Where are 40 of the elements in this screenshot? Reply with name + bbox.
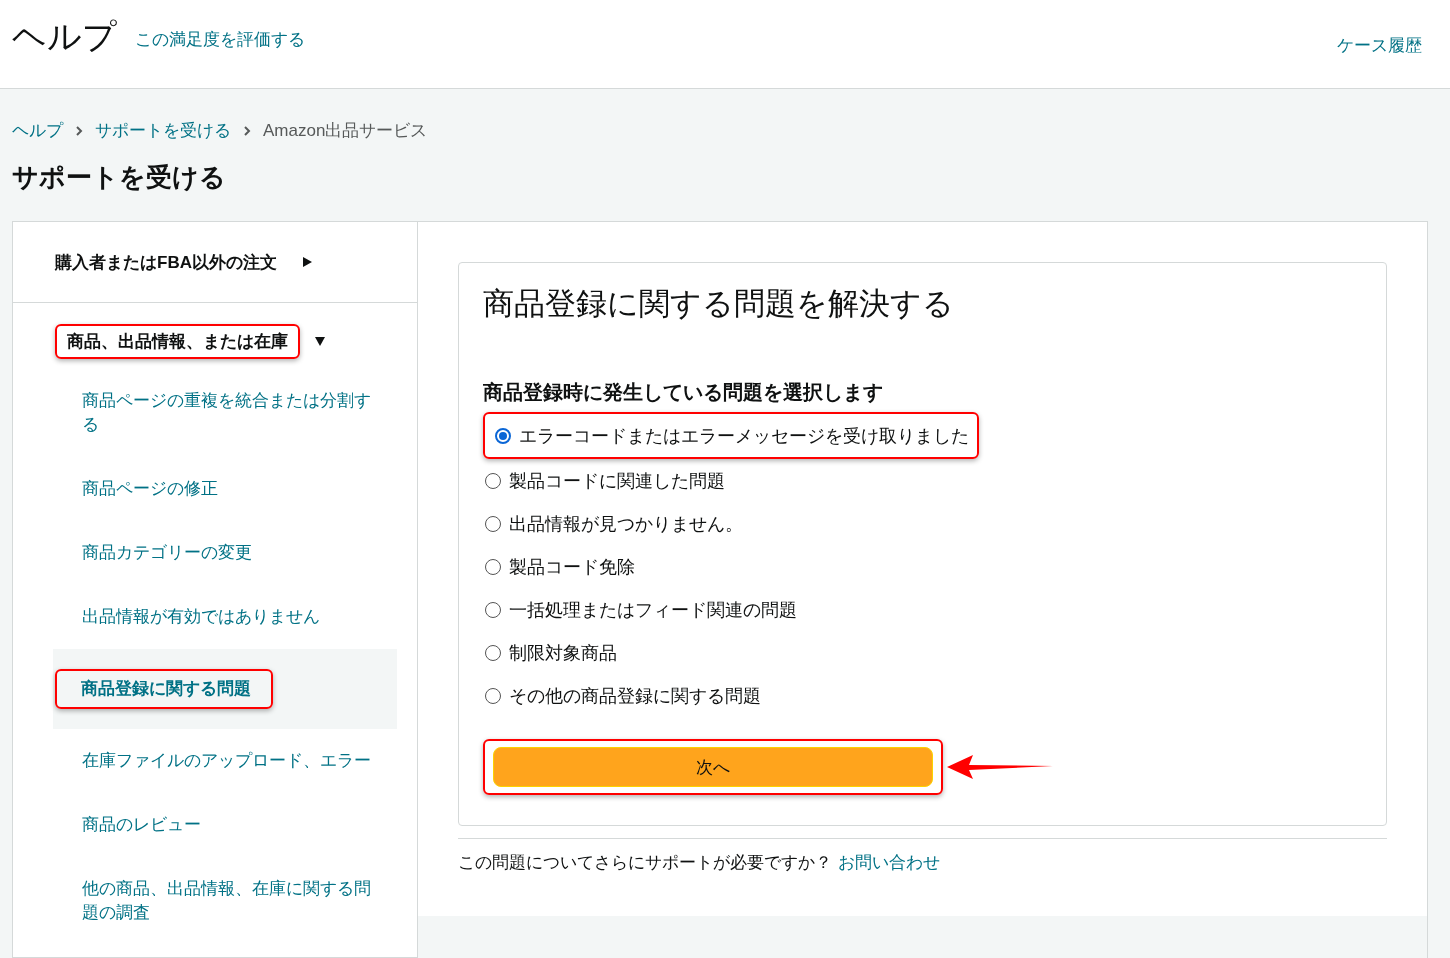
- item-label: 商品登録に関する問題: [80, 678, 252, 700]
- radio-option[interactable]: 製品コード免除: [483, 545, 635, 588]
- contact-link[interactable]: お問い合わせ: [838, 853, 940, 872]
- sidebar-item[interactable]: 商品ページの重複を統合または分割する: [53, 369, 397, 457]
- rate-link[interactable]: この満足度を評価する: [135, 28, 305, 51]
- item-label: 商品のレビュー: [82, 814, 201, 836]
- sidebar-item[interactable]: 在庫ファイルのアップロード、エラー: [53, 729, 397, 793]
- next-button[interactable]: 次へ: [493, 747, 933, 787]
- item-label: 商品ページの修正: [82, 478, 218, 500]
- chevron-icon: [241, 124, 253, 137]
- case-history-link[interactable]: ケース履歴: [1337, 34, 1422, 57]
- chevron-icon: [73, 124, 85, 137]
- radio-option[interactable]: 制限対象商品: [483, 631, 617, 674]
- radio-option[interactable]: 一括処理またはフィード関連の問題: [483, 588, 797, 631]
- sidebar-item[interactable]: 商品のレビュー: [53, 793, 397, 857]
- category-link[interactable]: 商品、出品情報、または在庫: [57, 325, 298, 357]
- card-title: 商品登録に関する問題を解決する: [483, 285, 955, 323]
- item-label: 商品カテゴリーの変更: [82, 542, 252, 564]
- sidebar-item[interactable]: 商品ページの修正: [53, 457, 397, 521]
- item-label: 出品情報が有効ではありません: [82, 606, 320, 628]
- help-text: この問題についてさらにサポートが必要ですか？: [458, 853, 832, 872]
- radio-button[interactable]: [495, 427, 511, 444]
- item-label: 他の商品、出品情報、在庫に関する問題の調査: [82, 878, 372, 924]
- item-label: 在庫ファイルのアップロード、エラー: [82, 750, 371, 772]
- sidebar-item[interactable]: 商品登録に関する問題: [53, 649, 397, 729]
- sidebar-item[interactable]: 出品情報が有効ではありません: [53, 585, 397, 649]
- radio-option[interactable]: 出品情報が見つかりません。: [483, 502, 743, 545]
- radio-option[interactable]: 製品コードに関連した問題: [483, 459, 725, 502]
- sidebar-item[interactable]: 他の商品、出品情報、在庫に関する問題の調査: [53, 857, 397, 945]
- category-link[interactable]: 購入者またはFBA以外の注文: [45, 246, 287, 278]
- sidebar-item[interactable]: 商品カテゴリーの変更: [53, 521, 397, 585]
- item-label: 商品ページの重複を統合または分割する: [82, 390, 372, 436]
- breadcrumb-current: Amazon出品サービス: [263, 120, 428, 142]
- radio-option[interactable]: その他の商品登録に関する問題: [483, 674, 761, 717]
- page-title: サポートを受ける: [12, 161, 227, 194]
- breadcrumb-link[interactable]: ヘルプ: [12, 119, 63, 142]
- question-label: 商品登録時に発生している問題を選択します: [483, 380, 884, 405]
- breadcrumb-link[interactable]: サポートを受ける: [95, 119, 231, 142]
- page-heading: ヘルプ: [12, 16, 117, 57]
- radio-option[interactable]: エラーコードまたはエラーメッセージを受け取りました: [485, 414, 977, 457]
